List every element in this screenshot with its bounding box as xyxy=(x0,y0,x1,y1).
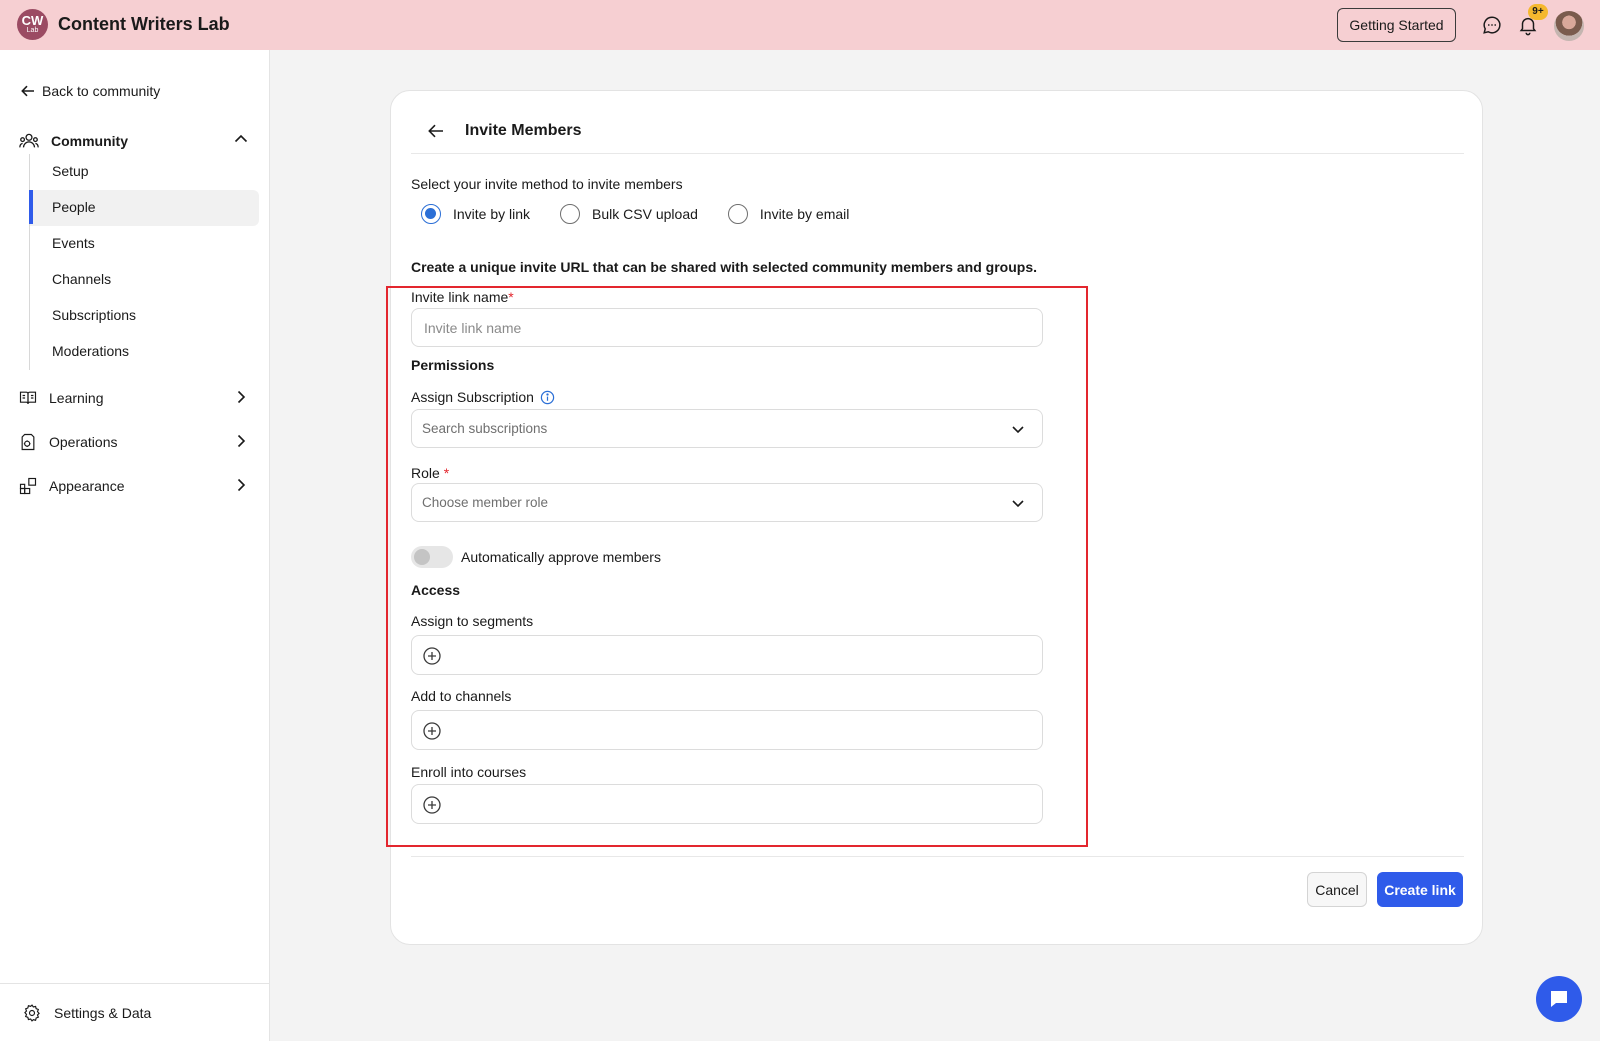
add-circle-icon[interactable] xyxy=(422,646,442,666)
invite-description: Create a unique invite URL that can be s… xyxy=(411,259,1038,275)
add-channels-field[interactable] xyxy=(411,710,1043,750)
chat-icon[interactable] xyxy=(1481,14,1503,36)
assign-segments-field[interactable] xyxy=(411,635,1043,675)
sidebar-section-appearance[interactable]: Appearance xyxy=(18,476,250,496)
auto-approve-toggle[interactable] xyxy=(411,546,453,568)
card-header: Invite Members xyxy=(411,109,1464,154)
add-circle-icon[interactable] xyxy=(422,795,442,815)
invite-link-name-label: Invite link name* xyxy=(411,289,514,305)
app-logo[interactable]: CW Lab xyxy=(17,9,48,40)
subscription-placeholder: Search subscriptions xyxy=(422,421,548,436)
settings-and-data-label: Settings & Data xyxy=(54,1004,152,1021)
message-icon xyxy=(1551,991,1567,1007)
gear-icon xyxy=(24,1003,40,1022)
sidebar-item-channels[interactable]: Channels xyxy=(30,262,259,298)
role-label-text: Role xyxy=(411,465,440,481)
access-heading: Access xyxy=(411,582,461,598)
add-circle-icon[interactable] xyxy=(422,721,442,741)
info-icon[interactable] xyxy=(540,390,555,405)
radio-bulk-csv-upload[interactable]: Bulk CSV upload xyxy=(560,204,698,224)
chevron-right-icon xyxy=(237,434,246,448)
sidebar: Back to community Community Setup People… xyxy=(0,50,270,1041)
assign-segments-label: Assign to segments xyxy=(411,613,534,629)
sidebar-learning-label: Learning xyxy=(49,390,104,406)
invite-members-card: Invite Members Select your invite method… xyxy=(386,90,1483,945)
sidebar-community-label: Community xyxy=(51,133,128,149)
chevron-right-icon xyxy=(237,478,246,492)
add-channels-label: Add to channels xyxy=(411,688,512,704)
page-title: Invite Members xyxy=(465,122,582,139)
operations-icon xyxy=(21,433,35,451)
logo-subtext: Lab xyxy=(26,27,39,34)
top-bar: CW Lab Content Writers Lab Getting Start… xyxy=(0,0,1600,50)
radio-button[interactable] xyxy=(560,204,581,224)
role-label: Role * xyxy=(411,465,449,481)
auto-approve-label: Automatically approve members xyxy=(461,549,661,565)
arrow-left-icon[interactable] xyxy=(425,120,447,142)
sidebar-section-operations[interactable]: Operations xyxy=(18,432,250,452)
cancel-button[interactable]: Cancel xyxy=(1307,872,1367,907)
role-select[interactable]: Choose member role xyxy=(411,483,1043,522)
required-mark: * xyxy=(508,289,514,305)
settings-and-data-link[interactable]: Settings & Data xyxy=(0,983,269,1041)
sidebar-section-learning[interactable]: Learning xyxy=(18,388,250,408)
footer-divider xyxy=(411,856,1464,857)
invite-method-radio-group: Invite by link Bulk CSV upload Invite by… xyxy=(421,204,879,224)
radio-button[interactable] xyxy=(727,204,748,224)
chevron-right-icon xyxy=(237,390,246,404)
radio-label: Invite by email xyxy=(759,206,850,222)
chevron-up-icon[interactable] xyxy=(232,130,250,148)
chat-widget-button[interactable] xyxy=(1536,976,1582,1022)
sidebar-item-setup[interactable]: Setup xyxy=(30,154,259,190)
create-link-button[interactable]: Create link xyxy=(1377,872,1463,907)
sidebar-item-moderations[interactable]: Moderations xyxy=(30,334,259,370)
sidebar-item-events[interactable]: Events xyxy=(30,226,259,262)
appearance-icon xyxy=(19,477,37,495)
community-icon xyxy=(19,133,39,148)
app-title: Content Writers Lab xyxy=(58,14,230,34)
arrow-left-icon xyxy=(21,85,34,97)
permissions-heading: Permissions xyxy=(411,357,495,373)
required-mark: * xyxy=(443,465,450,481)
role-placeholder: Choose member role xyxy=(422,495,549,510)
invite-method-prompt: Select your invite method to invite memb… xyxy=(411,176,683,192)
radio-label: Bulk CSV upload xyxy=(592,206,698,222)
auto-approve-row: Automatically approve members xyxy=(411,546,661,568)
invite-link-name-input[interactable] xyxy=(411,308,1043,347)
radio-invite-by-link[interactable]: Invite by link xyxy=(421,204,530,224)
getting-started-button[interactable]: Getting Started xyxy=(1337,8,1456,42)
assign-subscription-label-text: Assign Subscription xyxy=(411,389,534,405)
sidebar-section-community[interactable]: Community xyxy=(18,130,250,152)
sidebar-appearance-label: Appearance xyxy=(49,478,125,494)
radio-invite-by-email[interactable]: Invite by email xyxy=(727,204,850,224)
notification-badge: 9+ xyxy=(1528,4,1548,20)
sidebar-item-subscriptions[interactable]: Subscriptions xyxy=(30,298,259,334)
assign-subscription-label: Assign Subscription xyxy=(411,389,555,405)
radio-label: Invite by link xyxy=(453,206,531,222)
back-to-community-label: Back to community xyxy=(42,83,161,99)
community-subnav: Setup People Events Channels Subscriptio… xyxy=(29,154,259,370)
sidebar-item-people[interactable]: People xyxy=(29,190,259,226)
enroll-courses-label: Enroll into courses xyxy=(411,764,527,780)
chevron-down-icon xyxy=(1012,426,1024,434)
user-avatar[interactable] xyxy=(1554,11,1584,41)
logo-text: CW xyxy=(21,13,44,28)
invite-link-name-label-text: Invite link name xyxy=(411,289,509,305)
chevron-down-icon xyxy=(1012,500,1024,508)
enroll-courses-field[interactable] xyxy=(411,784,1043,824)
radio-button-checked[interactable] xyxy=(421,204,441,224)
back-to-community-link[interactable]: Back to community xyxy=(20,83,160,99)
book-icon xyxy=(19,391,37,404)
assign-subscription-select[interactable]: Search subscriptions xyxy=(411,409,1043,448)
sidebar-operations-label: Operations xyxy=(49,434,118,450)
